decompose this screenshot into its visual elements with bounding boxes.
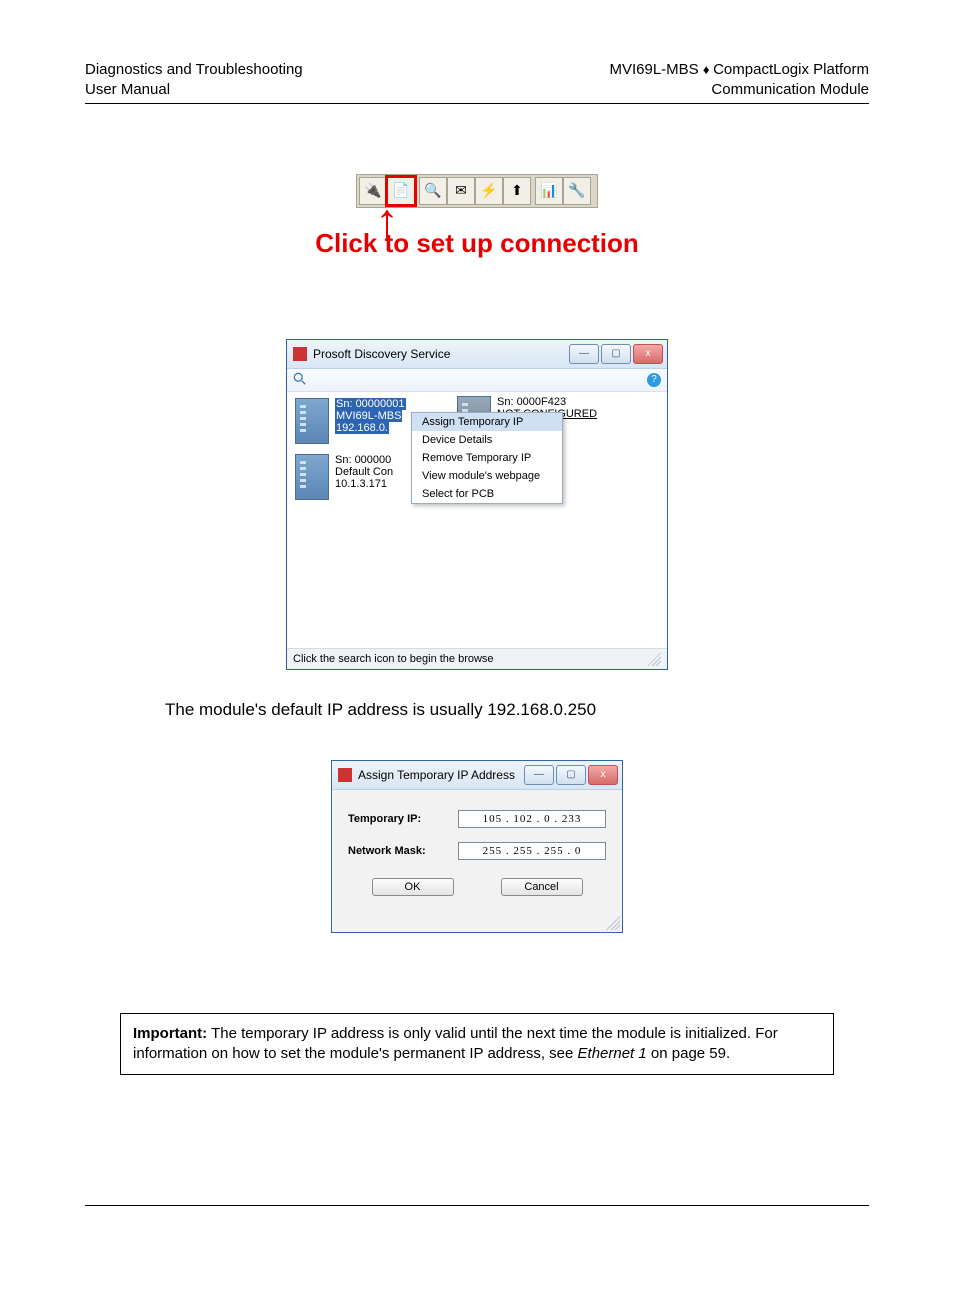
menu-select-pcb[interactable]: Select for PCB (412, 485, 562, 503)
toolbar-btn-6[interactable]: ⬆ (503, 177, 531, 205)
header-left-line2: User Manual (85, 80, 303, 100)
page-header: Diagnostics and Troubleshooting User Man… (85, 60, 869, 104)
help-icon[interactable]: ? (647, 373, 661, 387)
header-left-line1: Diagnostics and Troubleshooting (85, 60, 303, 80)
device2-ip: 10.1.3.171 (335, 478, 393, 490)
toolbar-btn-4[interactable]: ✉ (447, 177, 475, 205)
device3-sn: Sn: 0000F423 (497, 396, 597, 408)
netmask-label: Network Mask: (348, 845, 458, 857)
toolbar-btn-7[interactable]: 📊 (535, 177, 563, 205)
status-text: Click the search icon to begin the brows… (293, 653, 494, 665)
discovery-titlebar[interactable]: Prosoft Discovery Service — ▢ x (287, 340, 667, 369)
app-icon (293, 347, 307, 361)
ok-button[interactable]: OK (372, 878, 454, 896)
close-button[interactable]: x (633, 344, 663, 364)
minimize-button[interactable]: — (524, 765, 554, 785)
device2-desc: Default Con (335, 466, 393, 478)
minimize-button[interactable]: — (569, 344, 599, 364)
header-right-line2: Communication Module (609, 80, 869, 100)
menu-device-details[interactable]: Device Details (412, 431, 562, 449)
temp-ip-label: Temporary IP: (348, 813, 458, 825)
header-right-product: MVI69L-MBS (609, 61, 698, 78)
discovery-window: Prosoft Discovery Service — ▢ x ? Sn: 00… (286, 339, 668, 670)
context-menu: Assign Temporary IP Device Details Remov… (411, 412, 563, 504)
maximize-button[interactable]: ▢ (556, 765, 586, 785)
menu-remove-ip[interactable]: Remove Temporary IP (412, 449, 562, 467)
device2-sn: Sn: 000000 (335, 454, 393, 466)
assign-ip-title: Assign Temporary IP Address (358, 768, 518, 782)
important-ref: Ethernet 1 (578, 1045, 647, 1062)
important-label: Important: (133, 1025, 207, 1042)
arrow-up-icon: ↑ (0, 210, 779, 234)
menu-view-webpage[interactable]: View module's webpage (412, 467, 562, 485)
important-text2: on page 59. (647, 1045, 730, 1062)
search-icon[interactable] (293, 372, 309, 388)
netmask-input[interactable]: 255 . 255 . 255 . 0 (458, 842, 606, 860)
discovery-title: Prosoft Discovery Service (313, 347, 563, 361)
app-icon (338, 768, 352, 782)
cancel-button[interactable]: Cancel (501, 878, 583, 896)
toolbar-btn-8[interactable]: 🔧 (563, 177, 591, 205)
header-right-platform: CompactLogix Platform (713, 61, 869, 78)
menu-assign-ip[interactable]: Assign Temporary IP (412, 413, 562, 431)
module-icon (295, 454, 329, 500)
temp-ip-input[interactable]: 105 . 102 . 0 . 233 (458, 810, 606, 828)
assign-ip-window: Assign Temporary IP Address — ▢ x Tempor… (331, 760, 623, 933)
diamond-icon: ♦ (703, 62, 713, 77)
footer-divider (85, 1205, 869, 1206)
device1-model: MVI69L-MBS (335, 410, 402, 422)
maximize-button[interactable]: ▢ (601, 344, 631, 364)
important-note: Important: The temporary IP address is o… (120, 1013, 834, 1076)
body-paragraph: The module's default IP address is usual… (165, 700, 869, 720)
device1-ip: 192.168.0. (335, 422, 389, 434)
toolbar-btn-3[interactable]: 🔍 (419, 177, 447, 205)
assign-ip-titlebar[interactable]: Assign Temporary IP Address — ▢ x (332, 761, 622, 790)
resize-grip-icon[interactable] (647, 652, 661, 666)
close-button[interactable]: x (588, 765, 618, 785)
module-icon (295, 398, 329, 444)
toolbar-btn-5[interactable]: ⚡ (475, 177, 503, 205)
resize-grip-icon[interactable] (606, 916, 620, 930)
device1-sn: Sn: 00000001 (335, 398, 406, 410)
